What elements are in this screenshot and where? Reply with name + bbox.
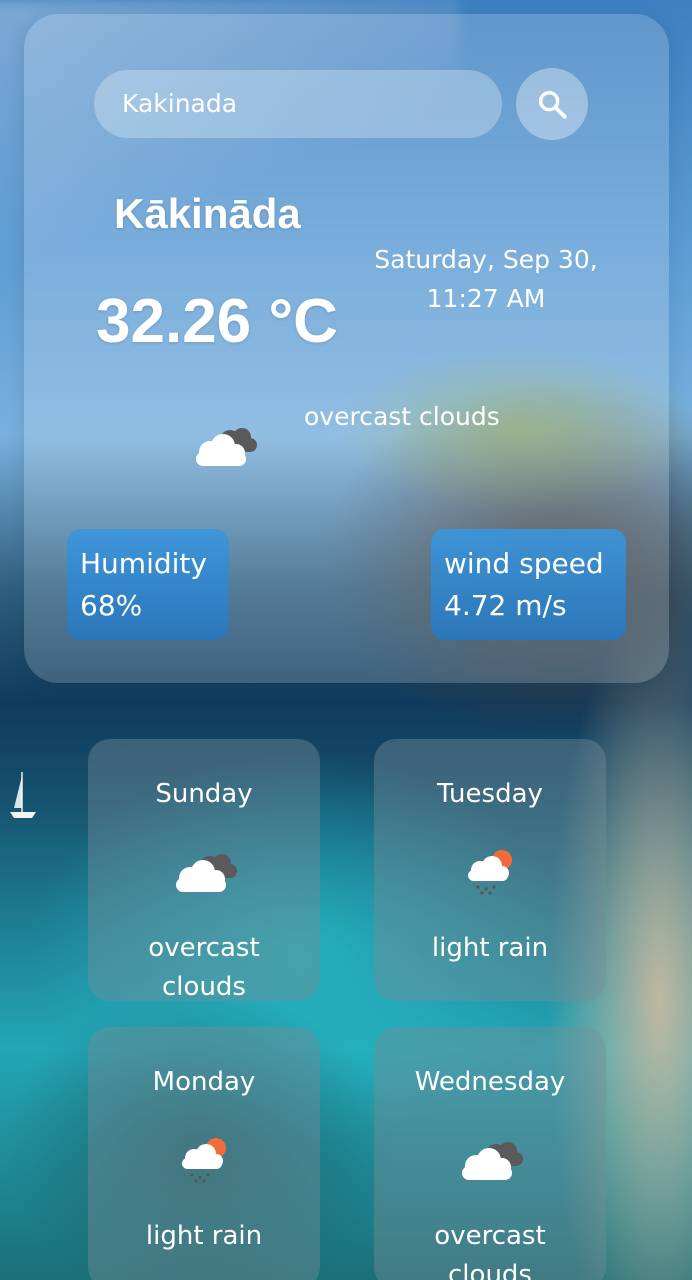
forecast-condition-line2: clouds — [162, 972, 246, 1001]
forecast-condition: light rain — [88, 1217, 320, 1256]
forecast-day: Monday — [152, 1067, 256, 1097]
light-rain-icon — [468, 850, 512, 895]
sailboat-background-detail — [10, 772, 36, 818]
forecast-card-sunday: Sunday overcast clouds — [88, 739, 320, 1001]
forecast-condition: light rain — [374, 929, 606, 968]
forecast-condition-line1: overcast — [434, 1221, 546, 1251]
humidity-label: Humidity — [80, 547, 207, 580]
humidity-value: 68% — [80, 589, 143, 622]
forecast-condition-line1: light rain — [431, 933, 549, 963]
forecast-condition: overcast clouds — [88, 929, 320, 1001]
forecast-day: Sunday — [155, 779, 253, 809]
date-time: Saturday, Sep 30, 11:27 AM — [360, 240, 612, 318]
weather-app-screen: Kakinada Kākināda Saturday, Sep 30, 11:2… — [0, 0, 692, 1280]
search-icon — [538, 90, 567, 119]
overcast-clouds-icon — [462, 1142, 523, 1180]
wind-speed-box: wind speed 4.72 m/s — [431, 529, 626, 640]
temperature-readout: 32.26 °C — [96, 287, 338, 356]
wind-speed-value: 4.72 m/s — [444, 589, 567, 622]
overcast-clouds-icon — [176, 854, 237, 892]
humidity-box: Humidity 68% — [67, 529, 229, 640]
forecast-day: Wednesday — [414, 1067, 566, 1097]
forecast-condition-line2: clouds — [448, 1260, 532, 1280]
forecast-card-wednesday: Wednesday overcast clouds — [374, 1027, 606, 1280]
condition-text: overcast clouds — [304, 402, 500, 431]
forecast-card-monday: Monday light rain — [88, 1027, 320, 1280]
forecast-condition: overcast clouds — [374, 1217, 606, 1280]
search-button[interactable] — [516, 68, 588, 140]
search-input[interactable]: Kakinada — [94, 70, 502, 138]
wind-speed-label: wind speed — [444, 547, 604, 580]
current-time: 11:27 AM — [426, 284, 546, 313]
city-name: Kākināda — [114, 190, 301, 237]
overcast-clouds-icon — [196, 428, 257, 466]
light-rain-icon — [182, 1138, 226, 1183]
forecast-day: Tuesday — [437, 779, 543, 809]
current-date: Saturday, Sep 30, — [374, 245, 598, 274]
forecast-card-tuesday: Tuesday light rain — [374, 739, 606, 1001]
forecast-condition-line1: overcast — [148, 933, 260, 963]
forecast-condition-line1: light rain — [145, 1221, 263, 1251]
